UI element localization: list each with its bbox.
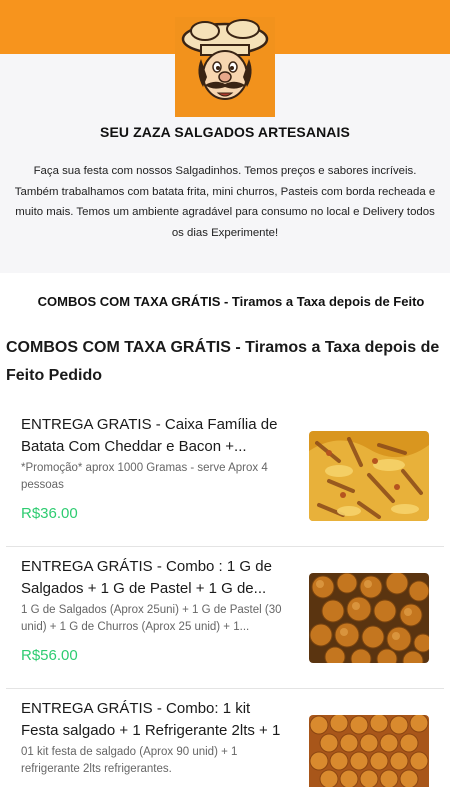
- store-description: Faça sua festa com nossos Salgadinhos. T…: [14, 165, 436, 239]
- chef-mascot-icon: [175, 17, 275, 117]
- section-title: COMBOS COM TAXA GRÁTIS - Tiramos a Taxa …: [6, 339, 440, 384]
- product-item[interactable]: ENTREGA GRÁTIS - Combo: 1 kit Festa salg…: [6, 690, 444, 787]
- fried-snacks-photo: [309, 573, 429, 663]
- product-item[interactable]: ENTREGA GRÁTIS - Combo : 1 G de Salgados…: [6, 548, 444, 689]
- product-title: ENTREGA GRATIS - Caixa Família de Batata…: [21, 416, 278, 455]
- store-name: SEU ZAZA SALGADOS ARTESANAIS: [100, 124, 350, 140]
- product-title: ENTREGA GRÁTIS - Combo: 1 kit Festa salg…: [21, 700, 281, 739]
- product-price: R$36.00: [21, 505, 78, 522]
- product-title: ENTREGA GRÁTIS - Combo : 1 G de Salgados…: [21, 558, 272, 597]
- product-description: 01 kit festa de salgado (Aprox 90 unid) …: [21, 746, 238, 775]
- party-snacks-photo: [309, 715, 429, 787]
- product-description: *Promoção* aprox 1000 Gramas - serve Apr…: [21, 462, 268, 491]
- product-price: R$56.00: [21, 647, 78, 664]
- product-item[interactable]: ENTREGA GRATIS - Caixa Família de Batata…: [6, 406, 444, 547]
- category-tab[interactable]: COMBOS COM TAXA GRÁTIS - Tiramos a Taxa …: [0, 294, 450, 309]
- fries-cheddar-bacon-photo: [309, 431, 429, 521]
- chef-mascot-logo: [175, 17, 275, 117]
- product-description: 1 G de Salgados (Aprox 25uni) + 1 G de P…: [21, 604, 282, 633]
